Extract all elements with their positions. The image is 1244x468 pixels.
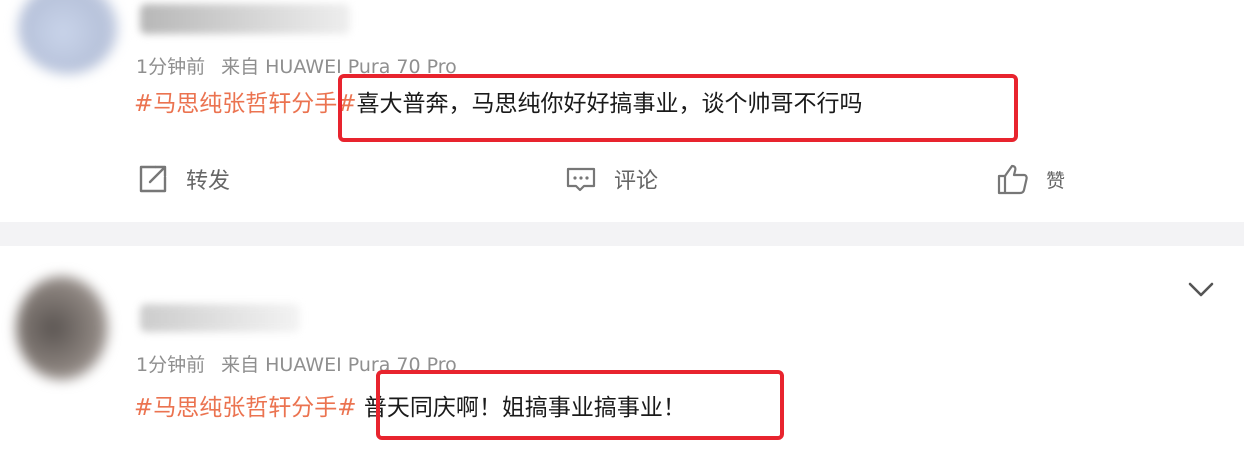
username-blurred[interactable] bbox=[140, 4, 350, 34]
repost-icon bbox=[139, 165, 167, 193]
action-bar: 转发 评论 赞 bbox=[0, 162, 1244, 202]
comment-button[interactable]: 评论 bbox=[564, 162, 658, 196]
like-icon bbox=[997, 164, 1028, 195]
like-label: 赞 bbox=[1046, 169, 1066, 192]
post-time: 1分钟前 bbox=[136, 56, 206, 78]
repost-button[interactable]: 转发 bbox=[136, 162, 230, 196]
like-button[interactable]: 赞 bbox=[996, 162, 1065, 196]
avatar[interactable] bbox=[18, 0, 118, 74]
post-card-2: 1分钟前 来自 HUAWEI Pura 70 Pro #马思纯张哲轩分手# 普天同… bbox=[0, 246, 1244, 468]
comment-label: 评论 bbox=[614, 169, 659, 194]
hashtag-link[interactable]: #马思纯张哲轩分手# bbox=[134, 91, 357, 117]
highlight-box bbox=[338, 74, 1018, 142]
post-card-1: 1分钟前 来自 HUAWEI Pura 70 Pro #马思纯张哲轩分手#喜大普奔… bbox=[0, 0, 1244, 222]
hashtag-link[interactable]: #马思纯张哲轩分手# bbox=[134, 395, 357, 421]
comment-icon bbox=[566, 167, 596, 192]
username-blurred[interactable] bbox=[140, 304, 300, 332]
highlight-box bbox=[376, 370, 784, 440]
repost-label: 转发 bbox=[186, 169, 231, 194]
post-time: 1分钟前 bbox=[136, 354, 206, 376]
chevron-down-icon[interactable] bbox=[1186, 278, 1216, 302]
avatar[interactable] bbox=[16, 276, 108, 380]
post-divider bbox=[0, 222, 1244, 246]
